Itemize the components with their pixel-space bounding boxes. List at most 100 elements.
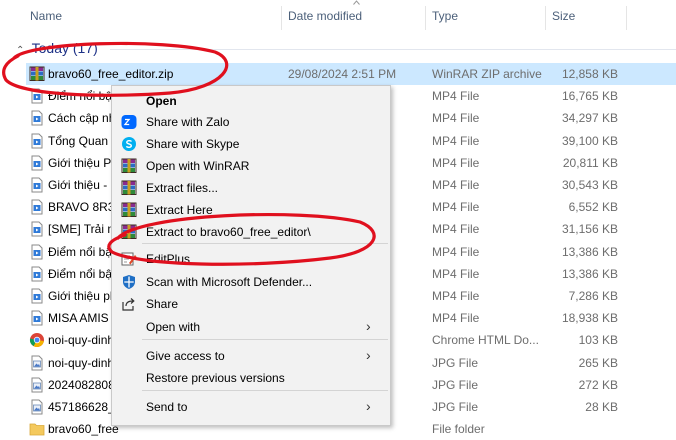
column-divider[interactable] xyxy=(545,6,546,30)
column-divider[interactable] xyxy=(425,6,426,30)
video-file-icon xyxy=(29,221,45,237)
column-size[interactable]: Size xyxy=(552,9,575,23)
menu-item-extract-here[interactable]: Extract Here xyxy=(112,199,390,221)
menu-separator xyxy=(142,390,388,391)
file-type: JPG File xyxy=(432,377,479,392)
group-label: Today (17) xyxy=(31,40,98,56)
menu-item-label: Scan with Microsoft Defender... xyxy=(146,275,313,289)
menu-item-label: Open xyxy=(146,94,177,108)
menu-item-label: Share with Skype xyxy=(146,137,240,151)
file-type: MP4 File xyxy=(432,289,480,303)
image-file-icon xyxy=(29,377,45,393)
file-size: 31,156 KB xyxy=(561,222,618,237)
video-file-icon xyxy=(29,133,45,149)
file-size: 272 KB xyxy=(578,377,618,392)
file-size: 39,100 KB xyxy=(561,133,618,148)
file-size: 28 KB xyxy=(585,400,618,414)
winrar-archive-icon xyxy=(29,66,45,82)
column-type[interactable]: Type xyxy=(432,9,458,23)
file-size: 13,386 KB xyxy=(561,244,618,259)
file-type: JPG File xyxy=(432,400,479,414)
winrar-icon xyxy=(121,180,137,196)
file-type: JPG File xyxy=(432,355,479,370)
column-date-modified[interactable]: Date modified xyxy=(288,9,362,23)
file-size: 16,765 KB xyxy=(561,89,618,104)
menu-item-restore-previous-versions[interactable]: Restore previous versions xyxy=(112,367,390,389)
skype-icon xyxy=(121,136,137,152)
chevron-right-icon: › xyxy=(366,398,371,414)
file-type: File folder xyxy=(432,422,485,437)
file-type: MP4 File xyxy=(432,200,480,215)
menu-separator xyxy=(142,243,388,244)
video-file-icon xyxy=(29,199,45,215)
chevron-right-icon: › xyxy=(366,347,371,363)
file-type: MP4 File xyxy=(432,266,480,281)
file-type: MP4 File xyxy=(432,89,480,104)
file-row[interactable]: bravo60_free_editor.zip 29/08/2024 2:51 P… xyxy=(26,63,676,85)
file-type: MP4 File xyxy=(432,311,480,326)
menu-item-share-with-zalo[interactable]: Share with Zalo xyxy=(112,111,390,133)
menu-item-share[interactable]: Share xyxy=(112,293,390,315)
image-file-icon xyxy=(29,399,45,415)
menu-item-label: Open with WinRAR xyxy=(146,159,250,173)
menu-item-give-access-to[interactable]: Give access to › xyxy=(112,345,390,367)
file-size: 7,286 KB xyxy=(568,289,618,303)
menu-item-label: Extract Here xyxy=(146,203,213,217)
file-size: 12,858 KB xyxy=(561,67,618,81)
video-file-icon xyxy=(29,177,45,193)
file-type: MP4 File xyxy=(432,178,480,192)
menu-item-label: EditPlus xyxy=(146,252,191,266)
column-divider[interactable] xyxy=(281,6,282,30)
menu-item-extract-to-bravo60-free-editor[interactable]: Extract to bravo60_free_editor\ xyxy=(112,221,390,243)
file-type: WinRAR ZIP archive xyxy=(432,67,542,81)
image-file-icon xyxy=(29,355,45,371)
file-size: 30,543 KB xyxy=(561,178,618,192)
context-menu: Open Share with Zalo Share with Skype Open … xyxy=(111,85,391,426)
menu-item-send-to[interactable]: Send to › xyxy=(112,396,390,418)
menu-item-label: Extract to bravo60_free_editor\ xyxy=(146,225,311,239)
video-file-icon xyxy=(29,155,45,171)
chrome-file-icon xyxy=(29,332,45,348)
file-type: Chrome HTML Do... xyxy=(432,333,539,348)
share-icon xyxy=(121,296,137,312)
menu-item-label: Open with xyxy=(146,320,201,334)
file-type: MP4 File xyxy=(432,244,480,259)
group-header-today[interactable]: ⌃ Today (17) xyxy=(16,40,98,58)
menu-item-label: Extract files... xyxy=(146,181,219,195)
file-type: MP4 File xyxy=(432,222,480,237)
video-file-icon xyxy=(29,288,45,304)
menu-item-label: Give access to xyxy=(146,349,225,363)
file-size: 13,386 KB xyxy=(561,266,618,281)
menu-item-share-with-skype[interactable]: Share with Skype xyxy=(112,133,390,155)
menu-separator xyxy=(142,339,388,340)
winrar-icon xyxy=(121,158,137,174)
video-file-icon xyxy=(29,244,45,260)
column-divider[interactable] xyxy=(626,6,627,30)
file-type: MP4 File xyxy=(432,155,480,170)
menu-item-open[interactable]: Open xyxy=(112,90,390,112)
winrar-icon xyxy=(121,202,137,218)
menu-item-open-with[interactable]: Open with › xyxy=(112,316,390,338)
zalo-icon xyxy=(121,114,137,130)
chevron-up-icon: ⌃ xyxy=(16,45,25,56)
menu-item-label: Restore previous versions xyxy=(146,371,285,385)
menu-item-label: Share with Zalo xyxy=(146,115,230,129)
menu-item-open-with-winrar[interactable]: Open with WinRAR xyxy=(112,155,390,177)
menu-item-label: Send to xyxy=(146,400,188,414)
editplus-icon xyxy=(121,251,137,267)
file-size: 20,811 KB xyxy=(562,155,618,170)
file-type: MP4 File xyxy=(432,111,480,126)
file-type: MP4 File xyxy=(432,133,480,148)
file-size: 265 KB xyxy=(578,355,618,370)
column-header: Name Date modified Type Size xyxy=(0,0,676,34)
column-name[interactable]: Name xyxy=(30,9,62,23)
menu-item-extract-files[interactable]: Extract files... xyxy=(112,177,390,199)
video-file-icon xyxy=(29,110,45,126)
menu-item-editplus[interactable]: EditPlus xyxy=(112,248,390,270)
file-size: 18,938 KB xyxy=(561,311,618,326)
file-size: 34,297 KB xyxy=(561,111,618,126)
file-size: 103 KB xyxy=(578,333,618,348)
group-divider xyxy=(110,49,676,50)
menu-item-scan-with-microsoft-defender[interactable]: Scan with Microsoft Defender... xyxy=(112,271,390,293)
file-date-modified: 29/08/2024 2:51 PM xyxy=(288,67,397,81)
